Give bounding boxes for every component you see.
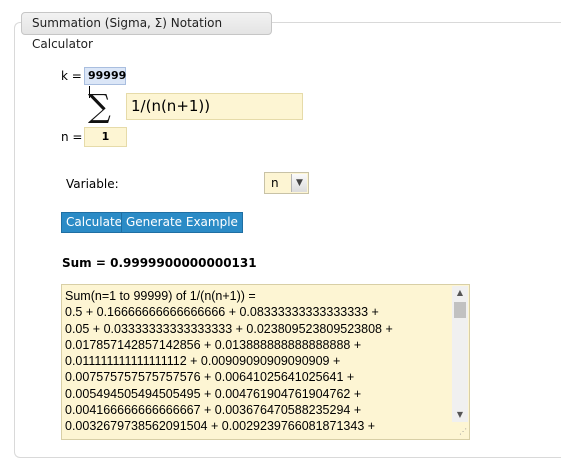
calculator-tab[interactable]: Summation (Sigma, Σ) Notation Calculator	[21, 12, 272, 51]
result-line: 0.5 + 0.16666666666666666 + 0.0833333333…	[65, 305, 379, 320]
sum-result: Sum = 0.9999900000000131	[62, 256, 257, 270]
k-input[interactable]: 99999	[84, 67, 127, 98]
k-input-value: 99999	[88, 69, 127, 82]
scroll-up-icon[interactable]: ▲	[452, 286, 468, 300]
scrollbar-thumb[interactable]	[454, 302, 466, 318]
expression-input[interactable]: 1/(n(n+1))	[126, 93, 303, 120]
k-label: k =	[61, 69, 82, 83]
result-line: 0.05 + 0.03333333333333333 + 0.023809523…	[65, 321, 393, 336]
result-line: 0.005494505494505495 + 0.004761904761904…	[65, 386, 362, 401]
generate-example-button[interactable]: Generate Example	[121, 212, 243, 233]
calculate-button[interactable]: Calculate	[61, 212, 128, 233]
result-line: 0.0032679738562091504 + 0.00292397660818…	[65, 419, 376, 434]
result-line: Sum(n=1 to 99999) of 1/(n(n+1)) =	[65, 289, 256, 303]
result-line: 0.011111111111111112 + 0.009090909090909…	[65, 354, 341, 369]
variable-label: Variable:	[66, 177, 119, 191]
result-line: 0.007575757575757576 + 0.006410256410256…	[65, 370, 355, 385]
resize-grip-icon[interactable]: ⋰	[457, 427, 467, 437]
result-textarea[interactable]: Sum(n=1 to 99999) of 1/(n(n+1)) = 0.5 + 0…	[61, 284, 470, 440]
result-text: Sum(n=1 to 99999) of 1/(n(n+1)) = 0.5 + 0…	[65, 288, 451, 438]
sigma-symbol: ∑	[88, 87, 111, 125]
chevron-down-icon[interactable]: ▼	[291, 174, 307, 192]
result-line: 0.017857142857142856 + 0.013888888888888…	[65, 337, 362, 352]
vertical-scrollbar[interactable]: ▲ ▼	[452, 286, 468, 422]
n-label: n =	[61, 130, 83, 144]
n-start-input[interactable]: 1	[84, 127, 127, 147]
variable-select[interactable]: n ▼	[264, 172, 309, 194]
scroll-down-icon[interactable]: ▼	[452, 408, 468, 422]
result-line: 0.004166666666666667 + 0.003676470588235…	[65, 403, 362, 418]
variable-select-value: n	[271, 176, 279, 190]
